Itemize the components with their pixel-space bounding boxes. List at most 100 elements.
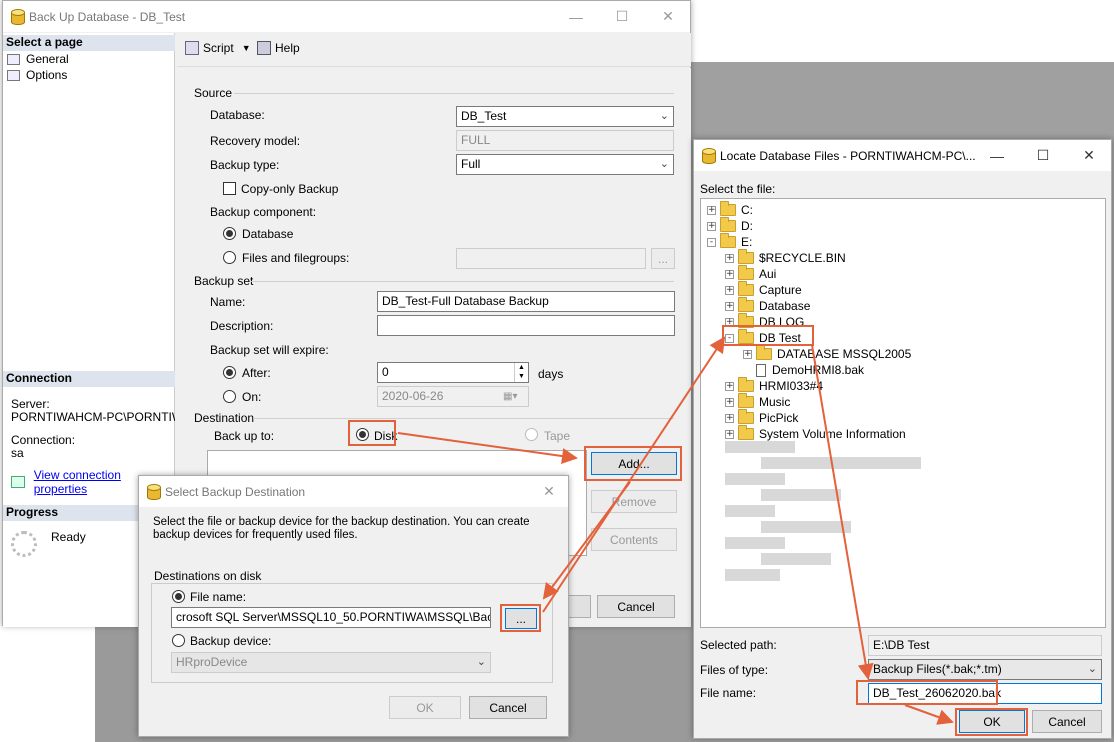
expand-icon[interactable]: + [725,381,734,391]
tree-folder-item[interactable]: + Capture [725,281,802,297]
maximize-button[interactable]: ☐ [1020,140,1066,171]
backup-device-value: HRproDevice [176,655,248,669]
folder-icon [738,409,754,424]
selected-path-label: Selected path: [700,638,777,652]
tree-item-label: System Volume Information [759,427,906,441]
cancel-button[interactable]: Cancel [1032,710,1102,733]
file-tree[interactable]: + C: + D: - E: + $RECYCLE.BIN + Aui + Capture + Datab… [700,198,1106,628]
database-value: DB_Test [461,109,507,123]
tree-folder-item[interactable]: + D: [707,217,753,233]
toolbar: Script ▼ Help [177,33,691,67]
tree-file-item[interactable]: DemoHRMI8.bak [743,363,864,377]
expire-label: Backup set will expire: [210,343,329,357]
folder-icon [720,233,736,248]
script-button[interactable]: Script ▼ [185,41,251,55]
highlight-file-name [856,680,998,705]
expand-icon[interactable]: + [725,285,734,295]
obscured-entry [761,457,921,469]
expand-icon[interactable]: + [743,349,752,359]
wrench-icon [7,53,20,65]
window-title: Back Up Database - DB_Test [29,9,186,24]
file-name-label: File name: [190,590,247,604]
tree-folder-item[interactable]: + DATABASE MSSQL2005 [743,345,911,361]
backup-device-radio[interactable] [172,634,185,647]
connection-field-label: Connection: [11,433,76,447]
files-of-type-label: Files of type: [700,663,769,677]
help-label: Help [275,41,300,55]
file-name-input[interactable]: crosoft SQL Server\MSSQL10_50.PORNTIWA\M… [171,607,491,628]
page-options[interactable]: Options [7,68,67,82]
backup-type-select[interactable]: Full ⌄ [456,154,674,175]
folder-icon [738,297,754,312]
obscured-entry [725,569,780,581]
folder-icon [738,377,754,392]
folder-icon [738,425,754,440]
tree-folder-item[interactable]: + Database [725,297,810,313]
source-divider [234,93,674,94]
tree-item-label: Capture [759,283,802,297]
name-input[interactable]: DB_Test-Full Database Backup [377,291,675,312]
expand-icon[interactable]: + [725,301,734,311]
server-label: Server: [11,397,50,411]
tree-folder-item[interactable]: + Aui [725,265,777,281]
file-icon [756,363,766,377]
tree-item-label: $RECYCLE.BIN [759,251,846,265]
tree-folder-item[interactable]: + C: [707,201,753,217]
database-icon [702,148,716,164]
expand-icon[interactable]: + [725,429,734,439]
obscured-entry [761,521,851,533]
close-button[interactable]: ✕ [645,1,691,32]
expand-icon[interactable]: + [707,205,716,215]
cancel-button[interactable]: Cancel [469,696,547,719]
tree-folder-item[interactable]: + System Volume Information [725,425,906,441]
locate-title-bar: Locate Database Files - PORNTIWAHCM-PC\.… [694,140,1111,171]
tree-folder-item[interactable]: - E: [707,233,752,249]
highlight-ok [955,708,1028,736]
backup-to-label: Back up to: [214,429,275,443]
tree-item-label: Aui [759,267,777,281]
description-label: Description: [210,319,274,333]
destination-label: Destination [194,411,255,425]
page-options-label: Options [26,68,68,82]
destination-divider [253,418,674,419]
files-of-type-select[interactable]: Backup Files(*.bak;*.tm) ⌄ [868,659,1102,680]
close-button[interactable]: ✕ [1066,140,1112,171]
component-database-radio[interactable] [223,227,236,240]
minimize-button[interactable]: — [553,1,599,32]
tree-folder-item[interactable]: + $RECYCLE.BIN [725,249,846,265]
expand-icon[interactable]: + [725,413,734,423]
file-name-label: File name: [700,686,757,700]
copy-only-checkbox[interactable] [223,182,236,195]
expand-icon[interactable]: + [725,269,734,279]
select-dest-description: Select the file or backup device for the… [153,516,530,541]
after-spinner[interactable]: ▲ ▼ [514,363,528,382]
page-general[interactable]: General [7,52,69,66]
after-radio[interactable] [223,366,236,379]
expand-icon[interactable]: + [725,397,734,407]
maximize-button[interactable]: ☐ [599,1,645,32]
after-label: After: [242,366,271,380]
tree-folder-item[interactable]: + HRMI033#4 [725,377,823,393]
on-label: On: [242,390,262,404]
minimize-button[interactable]: — [974,140,1020,171]
script-icon [185,41,199,55]
after-input[interactable]: 0 [377,362,529,383]
component-label: Backup component: [210,205,317,219]
tree-folder-item[interactable]: + PicPick [725,409,798,425]
database-select[interactable]: DB_Test ⌄ [456,106,674,127]
help-button[interactable]: Help [257,41,300,55]
expand-icon[interactable]: + [725,253,734,263]
close-button[interactable]: ✕ [529,476,569,507]
file-name-radio[interactable] [172,590,185,603]
cancel-button[interactable]: Cancel [597,595,675,618]
folder-icon [738,249,754,264]
component-files-radio[interactable] [223,251,236,264]
on-radio[interactable] [223,390,236,403]
expand-icon[interactable]: + [707,221,716,231]
collapse-icon[interactable]: - [707,237,716,247]
database-icon [147,484,161,500]
tree-item-label: DemoHRMI8.bak [772,363,865,377]
tree-folder-item[interactable]: + Music [725,393,790,409]
description-input[interactable] [377,315,675,336]
backup-type-value: Full [461,157,481,171]
